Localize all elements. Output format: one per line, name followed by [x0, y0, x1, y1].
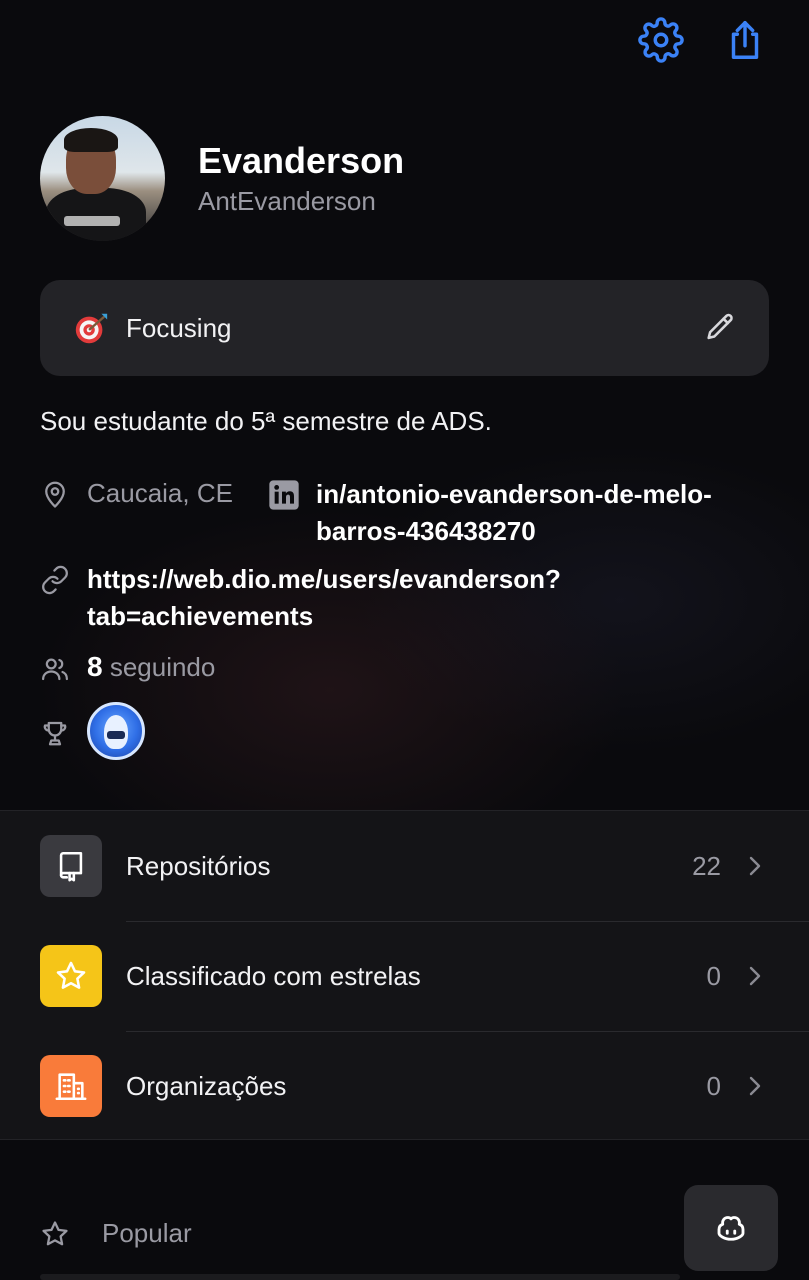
linkedin-link[interactable]: in/antonio-evanderson-de-melo-barros-436…	[316, 476, 756, 550]
copilot-icon	[717, 1216, 745, 1241]
popular-section-header: Popular	[40, 1218, 192, 1249]
list-item-label: Classificado com estrelas	[126, 960, 421, 991]
username: AntEvanderson	[198, 185, 376, 216]
location-text: Caucaia, CE	[87, 478, 233, 508]
settings-button[interactable]	[637, 14, 685, 66]
top-toolbar	[637, 14, 769, 66]
chevron-right-icon	[749, 856, 761, 876]
list-item-repositories[interactable]: Repositórios 22	[0, 811, 809, 921]
organization-icon	[55, 1073, 87, 1101]
star-tile	[40, 945, 102, 1007]
website-row: https://web.dio.me/users/evanderson?tab=…	[40, 562, 647, 635]
location-row: Caucaia, CE	[40, 476, 233, 509]
chevron-right-icon	[749, 1076, 761, 1096]
repo-tile	[40, 835, 102, 897]
trophy-icon	[43, 721, 67, 745]
list-item-count: 0	[706, 1070, 721, 1101]
website-link[interactable]: https://web.dio.me/users/evanderson?tab=…	[87, 561, 647, 635]
following-label: seguindo	[109, 652, 216, 682]
following-count: 8	[87, 651, 103, 682]
following-text: 8 seguindo	[87, 651, 215, 683]
star-icon	[56, 961, 86, 989]
pencil-icon[interactable]	[703, 311, 737, 345]
organization-tile	[40, 1055, 102, 1117]
list-item-starred[interactable]: Classificado com estrelas 0	[0, 921, 809, 1031]
status-label: Focusing	[126, 312, 232, 343]
target-emoji-icon	[75, 313, 108, 344]
repo-icon	[59, 851, 83, 882]
achievement-badge[interactable]	[87, 702, 145, 760]
list-item-organizations[interactable]: Organizações 0	[0, 1031, 809, 1141]
list-item-count: 0	[706, 960, 721, 991]
location-pin-icon	[45, 481, 65, 508]
share-icon	[731, 21, 759, 59]
avatar[interactable]	[40, 116, 165, 241]
link-icon	[42, 565, 68, 595]
gear-icon	[638, 17, 684, 63]
profile-header: Evanderson AntEvanderson	[40, 116, 404, 241]
share-button[interactable]	[721, 14, 769, 66]
display-name: Evanderson	[198, 140, 405, 182]
popular-label: Popular	[102, 1218, 192, 1248]
people-icon	[42, 658, 68, 681]
chevron-right-icon	[749, 966, 761, 986]
content-preview-strip	[40, 1274, 680, 1280]
status-card[interactable]: Focusing	[40, 280, 769, 376]
bio-text: Sou estudante do 5ª semestre de ADS.	[40, 406, 492, 436]
profile-names: Evanderson AntEvanderson	[198, 140, 404, 216]
following-row[interactable]: 8 seguindo	[40, 651, 215, 684]
profile-menu-list: Repositórios 22 Classificado com estrela…	[0, 810, 809, 1140]
list-item-label: Repositórios	[126, 850, 271, 881]
linkedin-icon	[269, 480, 299, 510]
achievements-row	[40, 702, 145, 760]
copilot-button[interactable]	[684, 1185, 778, 1271]
list-item-label: Organizações	[126, 1070, 287, 1101]
star-outline-icon	[42, 1220, 68, 1245]
list-item-count: 22	[692, 850, 721, 881]
